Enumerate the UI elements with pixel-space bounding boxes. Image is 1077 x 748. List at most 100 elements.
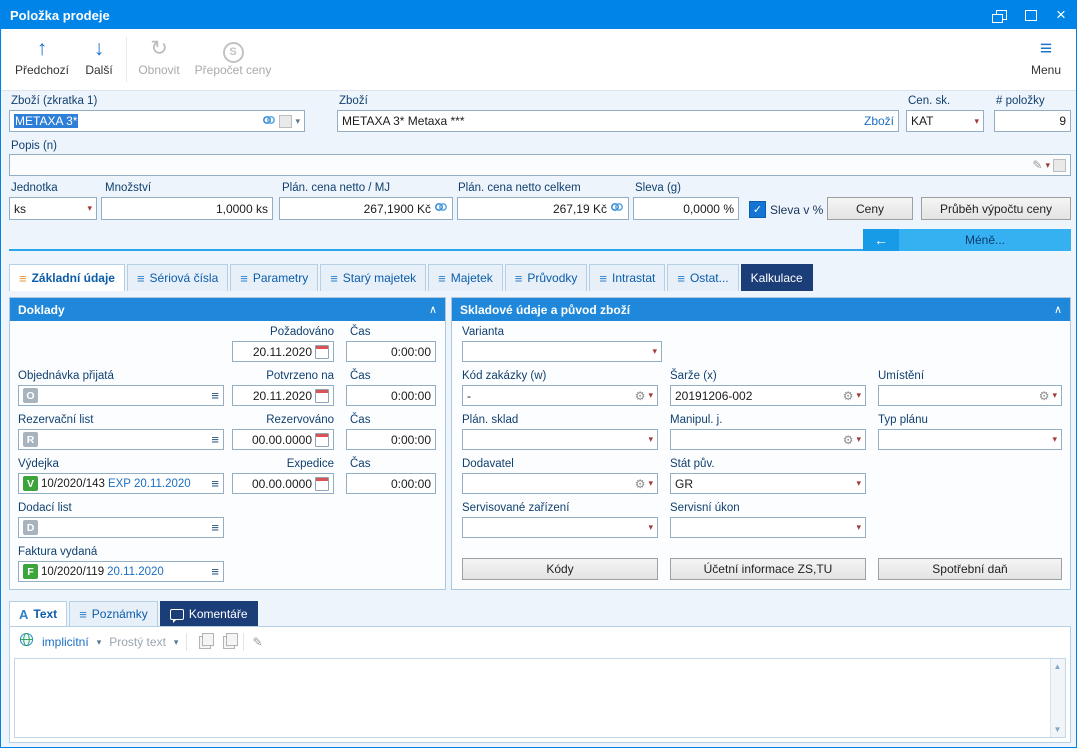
typ-planu-field[interactable] xyxy=(878,429,1062,450)
tab-kalkulace[interactable]: Kalkulace xyxy=(740,264,813,291)
copy-icon[interactable] xyxy=(199,632,215,649)
calendar-icon[interactable] xyxy=(315,432,329,447)
calendar-icon[interactable] xyxy=(315,476,329,491)
serv-ukon-field[interactable] xyxy=(670,517,866,538)
pocet-field[interactable]: 9 xyxy=(994,110,1071,132)
tab-poznamky[interactable]: Poznámky xyxy=(69,601,158,626)
ucetni-informace-button[interactable]: Účetní informace ZS,TU xyxy=(670,558,866,580)
jednotka-field[interactable]: ks xyxy=(9,197,97,220)
zbozi-short-field[interactable]: METAXA 3* xyxy=(9,110,305,132)
kody-button[interactable]: Kódy xyxy=(462,558,658,580)
dropdown-icon[interactable] xyxy=(1052,391,1057,400)
doc-menu-icon[interactable] xyxy=(211,389,219,402)
dropdown-icon[interactable] xyxy=(1045,161,1050,170)
doc-link[interactable]: 20.11.2020 xyxy=(107,566,164,578)
dropdown-icon[interactable] xyxy=(174,637,179,648)
objednavka-field[interactable]: O xyxy=(18,385,224,406)
refresh-button[interactable]: Obnovit xyxy=(132,35,186,77)
tab-zakladni-udaje[interactable]: Základní údaje xyxy=(9,264,125,291)
dropdown-icon[interactable] xyxy=(856,391,861,400)
menu-button[interactable]: Menu xyxy=(1020,35,1072,77)
globe-icon[interactable] xyxy=(19,632,34,652)
expedice-date-field[interactable]: 00.00.0000 xyxy=(232,473,334,494)
gear-icon[interactable] xyxy=(843,390,854,402)
rezervovano-time-field[interactable]: 0:00:00 xyxy=(346,429,436,450)
cena-mj-field[interactable]: 267,1900 Kč xyxy=(279,197,453,220)
doc-menu-icon[interactable] xyxy=(211,433,219,446)
rezervovano-date-field[interactable]: 00.00.0000 xyxy=(232,429,334,450)
dropdown-icon[interactable] xyxy=(856,523,861,532)
plan-sklad-field[interactable] xyxy=(462,429,658,450)
scroll-up-icon[interactable] xyxy=(1051,660,1064,673)
dropdown-icon[interactable] xyxy=(648,435,653,444)
mene-button[interactable]: Méně... xyxy=(863,229,1071,251)
text-content-area[interactable] xyxy=(14,658,1066,738)
tab-pruvodky[interactable]: Průvodky xyxy=(504,264,588,291)
spotrebni-dan-button[interactable]: Spotřební daň xyxy=(878,558,1062,580)
popis-field[interactable] xyxy=(9,154,1071,176)
price-rings-icon[interactable] xyxy=(610,201,624,216)
calendar-icon[interactable] xyxy=(315,388,329,403)
tab-text[interactable]: Text xyxy=(9,601,68,626)
sleva-field[interactable]: 0,0000 % xyxy=(633,197,739,220)
dropdown-icon[interactable] xyxy=(648,479,653,488)
calendar-icon[interactable] xyxy=(315,344,329,359)
tab-majetek[interactable]: Majetek xyxy=(428,264,503,291)
sklad-panel-header[interactable]: Skladové údaje a původ zboží xyxy=(452,298,1070,321)
umisteni-field[interactable] xyxy=(878,385,1062,406)
gear-icon[interactable] xyxy=(635,478,646,490)
format-selector[interactable]: Prostý text xyxy=(109,635,166,649)
prubeh-vypoctu-ceny-button[interactable]: Průběh výpočtu ceny xyxy=(921,197,1071,220)
potvrzeno-time-field[interactable]: 0:00:00 xyxy=(346,385,436,406)
dropdown-icon[interactable] xyxy=(652,347,657,356)
edit-icon[interactable] xyxy=(252,636,262,648)
dodaci-field[interactable]: D xyxy=(18,517,224,538)
faktura-field[interactable]: F 10/2020/119 20.11.2020 xyxy=(18,561,224,582)
dropdown-icon[interactable] xyxy=(648,523,653,532)
gear-icon[interactable] xyxy=(843,434,854,446)
potvrzeno-date-field[interactable]: 20.11.2020 xyxy=(232,385,334,406)
maximize-button[interactable] xyxy=(1016,1,1046,29)
pozadovano-time-field[interactable]: 0:00:00 xyxy=(346,341,436,362)
gear-icon[interactable] xyxy=(1039,390,1050,402)
pozadovano-date-field[interactable]: 20.11.2020 xyxy=(232,341,334,362)
varianta-field[interactable] xyxy=(462,341,662,362)
cen-sk-field[interactable]: KAT xyxy=(906,110,984,132)
recalc-price-button[interactable]: S Přepočet ceny xyxy=(190,35,276,77)
collapse-icon[interactable] xyxy=(1054,303,1062,316)
expedice-time-field[interactable]: 0:00:00 xyxy=(346,473,436,494)
manipul-field[interactable] xyxy=(670,429,866,450)
doc-menu-icon[interactable] xyxy=(211,565,219,578)
ceny-button[interactable]: Ceny xyxy=(827,197,913,220)
dropdown-icon[interactable] xyxy=(97,637,102,648)
sleva-v-procentech-checkbox[interactable] xyxy=(749,201,766,218)
sarze-field[interactable]: 20191206-002 xyxy=(670,385,866,406)
dropdown-icon[interactable] xyxy=(856,435,861,444)
paste-icon[interactable] xyxy=(223,632,239,649)
tab-stary-majetek[interactable]: Starý majetek xyxy=(320,264,427,291)
rezervacni-field[interactable]: R xyxy=(18,429,224,450)
gear-icon[interactable] xyxy=(635,390,646,402)
restore-button[interactable] xyxy=(986,1,1016,29)
close-button[interactable] xyxy=(1046,1,1076,29)
tab-seriova-cisla[interactable]: Sériová čísla xyxy=(126,264,229,291)
vertical-scrollbar[interactable] xyxy=(1050,659,1065,737)
dropdown-icon[interactable] xyxy=(856,479,861,488)
language-selector[interactable]: implicitní xyxy=(42,635,89,649)
collapse-icon[interactable] xyxy=(429,303,437,316)
mnozstvi-field[interactable]: 1,0000 ks xyxy=(101,197,273,220)
zbozi-field[interactable]: METAXA 3* Metaxa *** Zboží xyxy=(337,110,899,132)
dropdown-icon[interactable] xyxy=(974,117,979,126)
doc-menu-icon[interactable] xyxy=(211,521,219,534)
dropdown-icon[interactable] xyxy=(295,116,300,127)
tab-komentare[interactable]: Komentáře xyxy=(159,601,258,626)
tab-parametry[interactable]: Parametry xyxy=(230,264,319,291)
scroll-down-icon[interactable] xyxy=(1051,723,1064,736)
kod-zakazky-field[interactable]: - xyxy=(462,385,658,406)
catalog-rings-icon[interactable] xyxy=(262,114,276,129)
vydejka-field[interactable]: V 10/2020/143 EXP 20.11.2020 xyxy=(18,473,224,494)
doklady-panel-header[interactable]: Doklady xyxy=(10,298,445,321)
next-button[interactable]: Další xyxy=(76,35,122,77)
price-rings-icon[interactable] xyxy=(434,201,448,216)
dodavatel-field[interactable] xyxy=(462,473,658,494)
